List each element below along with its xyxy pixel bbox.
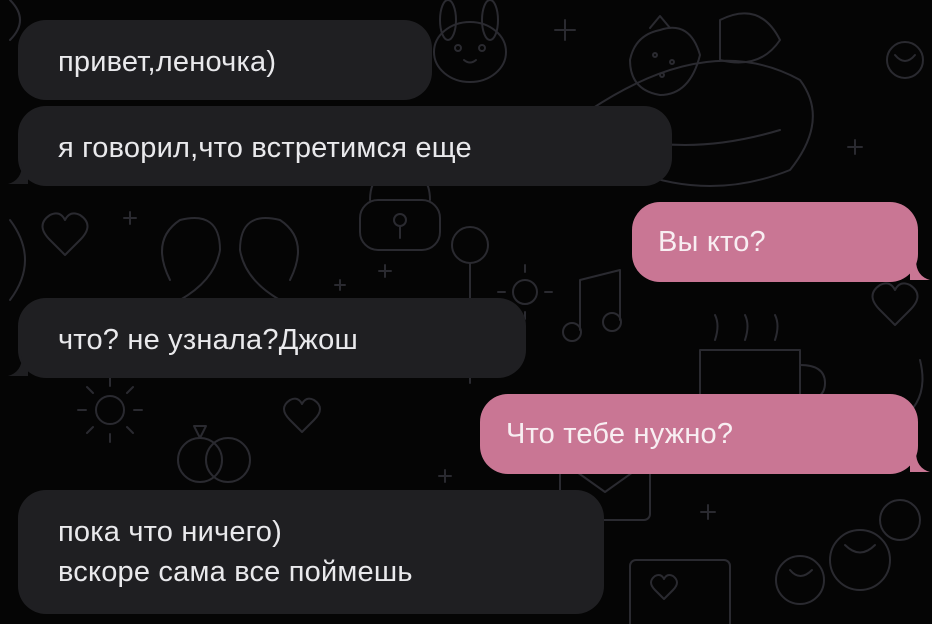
incoming-message[interactable]: что? не узнала?Джош: [18, 298, 526, 378]
incoming-message[interactable]: пока что ничего) вскоре сама все поймешь: [18, 490, 604, 614]
bubble-tail-icon: [910, 452, 930, 472]
flowers-icon: [775, 41, 924, 605]
message-text: Что тебе нужно?: [506, 418, 734, 450]
bubble-tail-icon: [910, 260, 930, 280]
message-text: Вы кто?: [658, 226, 766, 258]
bubble-tail-icon: [8, 164, 28, 184]
bubble-tail-icon: [8, 356, 28, 376]
message-text-line: вскоре сама все поймешь: [58, 556, 413, 588]
message-text: я говорил,что встретимся еще: [58, 132, 472, 164]
incoming-message[interactable]: привет,леночка): [18, 20, 432, 100]
photo-frame-icon: [629, 559, 731, 624]
rings-icon: [177, 425, 251, 483]
outgoing-message[interactable]: Что тебе нужно?: [480, 394, 918, 474]
bunny-icon: [433, 0, 507, 83]
chat-view: привет,леночка) я говорил,что встретимся…: [0, 0, 932, 624]
incoming-message[interactable]: я говорил,что встретимся еще: [18, 106, 672, 186]
message-text-line: пока что ничего): [58, 516, 282, 548]
strawberry-icon: [629, 15, 701, 96]
message-text: что? не узнала?Джош: [58, 324, 358, 356]
outgoing-message[interactable]: Вы кто?: [632, 202, 918, 282]
music-note-icon: [562, 269, 622, 342]
message-text: привет,леночка): [58, 46, 277, 78]
